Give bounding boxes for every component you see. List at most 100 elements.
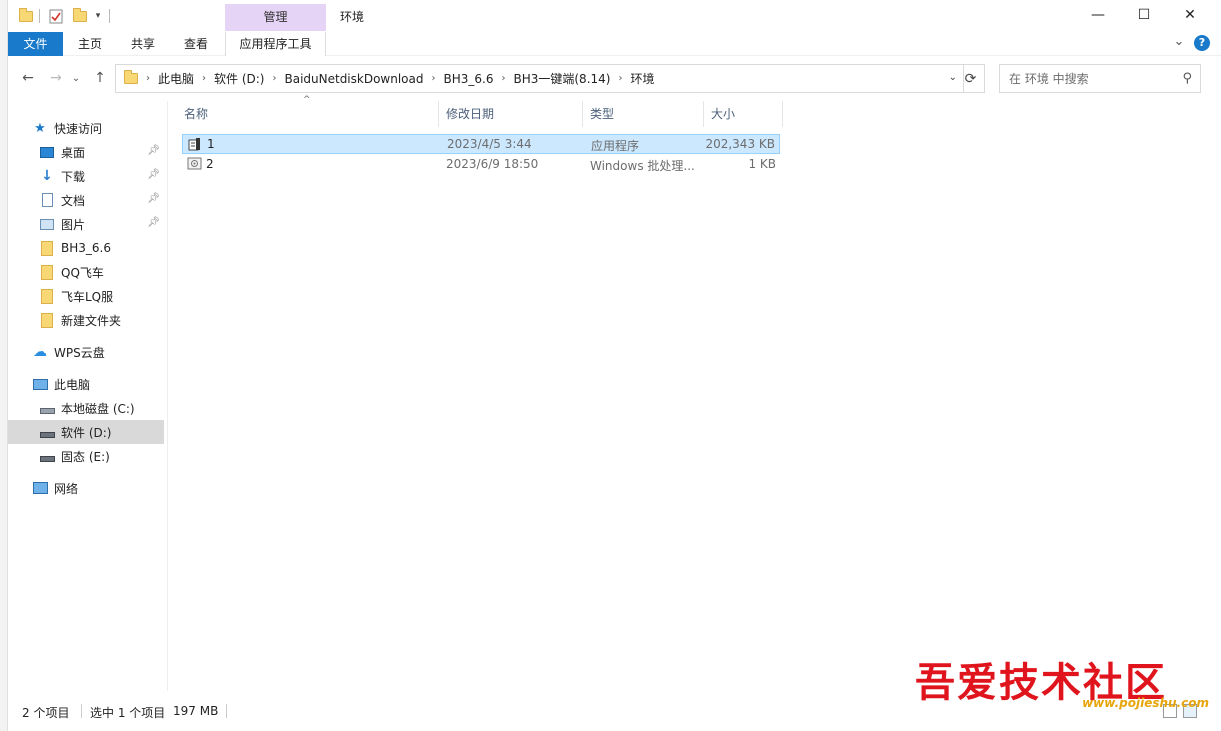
breadcrumb-bh3-oneclick[interactable]: BH3一键端(8.14) <box>507 70 616 87</box>
maximize-button[interactable]: ☐ <box>1121 0 1167 30</box>
column-header-name[interactable]: 名称 <box>177 101 439 127</box>
sidebar-item-this-pc[interactable]: 此电脑 <box>8 372 164 396</box>
sidebar-item-downloads[interactable]: ↓ 下载 📌︎ <box>8 164 164 188</box>
search-icon[interactable]: ⚲ <box>1182 71 1192 86</box>
breadcrumb-bh3[interactable]: BH3_6.6 <box>438 72 500 86</box>
close-button[interactable]: ✕ <box>1167 0 1213 30</box>
recent-locations-chevron-icon[interactable]: ⌄ <box>70 70 82 86</box>
ribbon-expand-chevron-icon[interactable]: ⌄ <box>1171 34 1187 52</box>
selection-count: 选中 1 个项目 <box>90 706 166 720</box>
sidebar-item-label: 新建文件夹 <box>61 313 122 328</box>
address-folder-icon <box>124 70 138 84</box>
sidebar-item-drive-e[interactable]: 固态 (E:) <box>8 444 164 468</box>
minimize-button[interactable]: — <box>1075 0 1121 30</box>
sidebar-item-label: 下载 <box>61 169 86 184</box>
status-divider <box>81 704 82 718</box>
file-name[interactable]: 1 <box>207 137 215 151</box>
navigation-bar: ← → ⌄ ↑ › 此电脑 › 软件 (D:) › BaiduNetdiskDo… <box>8 62 1221 94</box>
breadcrumb-current[interactable]: 环境 <box>624 70 660 87</box>
drive-icon <box>39 400 55 416</box>
file-row[interactable]: 2 2023/6/9 18:50 Windows 批处理... 1 KB <box>182 155 780 175</box>
folder-icon <box>39 240 55 256</box>
sidebar-item-network[interactable]: 网络 <box>8 476 164 500</box>
sidebar-item-label: BH3_6.6 <box>61 241 111 255</box>
file-date: 2023/6/9 18:50 <box>446 157 539 171</box>
drive-icon <box>39 424 55 440</box>
ribbon-tabs: 文件 主页 共享 查看 应用程序工具 ⌄ ? <box>8 32 1221 56</box>
title-bar: ▾ 管理 环境 — ☐ ✕ <box>8 0 1221 32</box>
selection-size: 197 MB <box>173 704 219 718</box>
window-title: 环境 <box>340 10 365 24</box>
sidebar-item-documents[interactable]: 文档 📌︎ <box>8 188 164 212</box>
sidebar-item-label: 桌面 <box>61 145 86 160</box>
address-dropdown-chevron-icon[interactable]: ⌄ <box>949 72 957 83</box>
tab-manage[interactable]: 管理 <box>225 4 326 31</box>
desktop-icon <box>39 144 55 160</box>
sidebar-item-pictures[interactable]: 图片 📌︎ <box>8 212 164 236</box>
breadcrumb-separator-icon[interactable]: › <box>200 73 208 84</box>
tab-view[interactable]: 查看 <box>178 32 214 56</box>
file-type: Windows 批处理... <box>590 159 695 173</box>
sidebar-item-wps-cloud[interactable]: ☁ WPS云盘 <box>8 340 164 364</box>
tab-application-tools[interactable]: 应用程序工具 <box>225 32 326 56</box>
cloud-icon: ☁ <box>33 344 47 360</box>
background-window-edge <box>0 0 8 731</box>
breadcrumb-separator-icon[interactable]: › <box>430 73 438 84</box>
column-header-type[interactable]: 类型 <box>583 101 704 127</box>
sidebar-item-qq-speed[interactable]: QQ飞车 <box>8 260 164 284</box>
help-icon[interactable]: ? <box>1194 35 1210 51</box>
breadcrumb-drive-d[interactable]: 软件 (D:) <box>208 70 270 87</box>
customize-quick-access-icon[interactable]: ▾ <box>92 6 104 26</box>
item-count: 2 个项目 <box>22 706 70 720</box>
file-name[interactable]: 2 <box>206 157 214 171</box>
file-type: 应用程序 <box>591 139 640 153</box>
sidebar-item-label: 文档 <box>61 193 86 208</box>
back-arrow-icon[interactable]: ← <box>18 70 38 86</box>
file-list[interactable]: ^ 名称 修改日期 类型 大小 1 2023/4/5 3:44 应用程序 202… <box>170 95 1213 691</box>
pin-icon[interactable]: 📌︎ <box>147 145 160 156</box>
column-header-date[interactable]: 修改日期 <box>439 101 583 127</box>
sidebar-item-label: 网络 <box>54 481 79 496</box>
refresh-button[interactable]: ⟳ <box>957 64 985 93</box>
tab-share[interactable]: 共享 <box>124 32 162 56</box>
breadcrumb-separator-icon[interactable]: › <box>270 73 278 84</box>
sidebar-item-quick-access[interactable]: ★ 快速访问 <box>8 116 164 140</box>
folder-icon <box>39 264 55 280</box>
tab-file[interactable]: 文件 <box>8 32 63 56</box>
explorer-window: ▾ 管理 环境 — ☐ ✕ 文件 主页 共享 查看 应用程序工具 ⌄ ? ← →… <box>0 0 1221 731</box>
new-folder-icon[interactable] <box>72 6 88 26</box>
search-box[interactable]: ⚲ <box>999 64 1201 93</box>
breadcrumb-separator-icon[interactable]: › <box>616 73 624 84</box>
navigation-pane[interactable]: ★ 快速访问 桌面 📌︎ ↓ 下载 📌︎ 文档 📌︎ 图片 📌︎ BH3_6.6 <box>8 101 168 691</box>
sidebar-item-desktop[interactable]: 桌面 📌︎ <box>8 140 164 164</box>
quick-access-folder-icon[interactable] <box>18 6 34 26</box>
sidebar-item-drive-c[interactable]: 本地磁盘 (C:) <box>8 396 164 420</box>
download-icon: ↓ <box>41 168 53 184</box>
pin-icon[interactable]: 📌︎ <box>147 169 160 180</box>
sidebar-item-label: 本地磁盘 (C:) <box>61 401 135 416</box>
search-input[interactable] <box>1000 65 1175 92</box>
sidebar-item-speed-lq[interactable]: 飞车LQ服 <box>8 284 164 308</box>
sidebar-item-drive-d[interactable]: 软件 (D:) <box>8 420 164 444</box>
sidebar-item-new-folder[interactable]: 新建文件夹 <box>8 308 164 332</box>
sidebar-item-label: QQ飞车 <box>61 265 104 280</box>
breadcrumb-this-pc[interactable]: 此电脑 <box>152 70 200 87</box>
document-icon <box>39 192 55 208</box>
pin-icon[interactable]: 📌︎ <box>147 217 160 228</box>
sidebar-item-label: 图片 <box>61 217 86 232</box>
sidebar-item-label: 快速访问 <box>54 121 103 136</box>
forward-arrow-icon[interactable]: → <box>46 70 66 86</box>
breadcrumb-separator-icon[interactable]: › <box>499 73 507 84</box>
up-arrow-icon[interactable]: ↑ <box>90 70 110 86</box>
star-icon: ★ <box>34 120 46 136</box>
pin-icon[interactable]: 📌︎ <box>147 193 160 204</box>
breadcrumb-baidunetdisk[interactable]: BaiduNetdiskDownload <box>278 72 429 86</box>
file-row[interactable]: 1 2023/4/5 3:44 应用程序 202,343 KB <box>182 134 780 154</box>
folder-icon <box>39 312 55 328</box>
breadcrumb-separator-icon[interactable]: › <box>144 73 152 84</box>
sidebar-item-bh3[interactable]: BH3_6.6 <box>8 236 164 260</box>
column-header-size[interactable]: 大小 <box>704 101 783 127</box>
tab-home[interactable]: 主页 <box>72 32 108 56</box>
properties-checklist-icon[interactable] <box>48 6 64 26</box>
address-bar[interactable]: › 此电脑 › 软件 (D:) › BaiduNetdiskDownload ›… <box>115 64 964 93</box>
